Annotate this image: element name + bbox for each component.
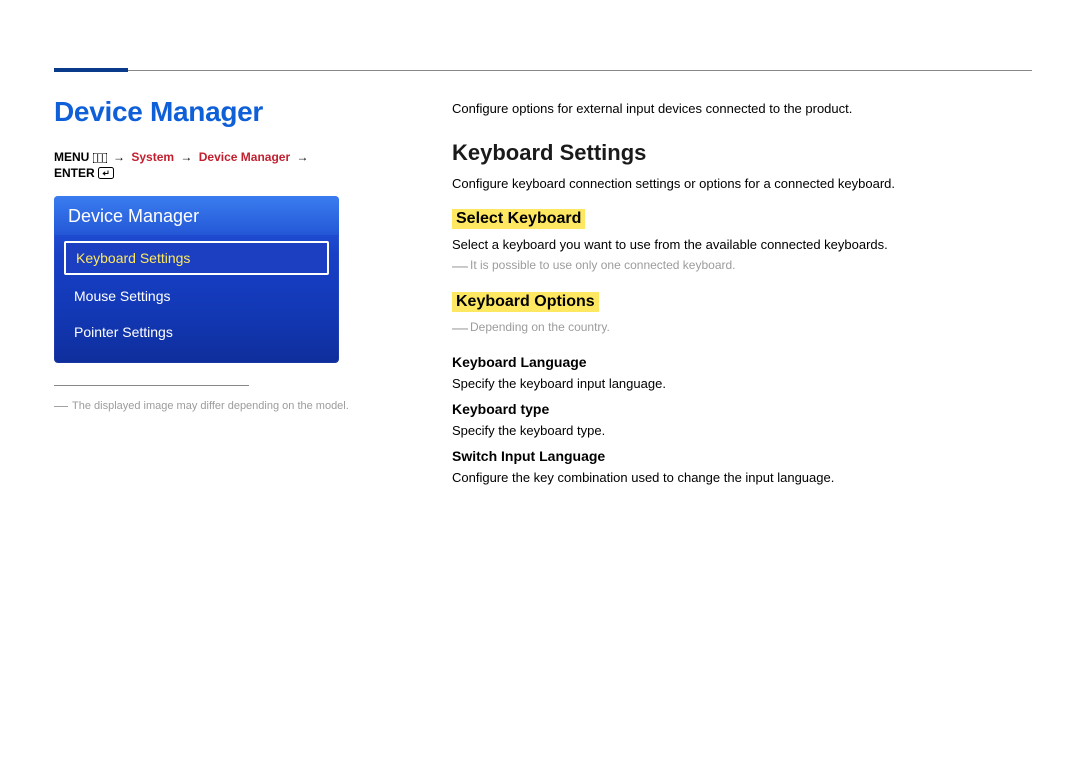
intro-text: Configure options for external input dev… xyxy=(452,101,1022,116)
menu-icon xyxy=(93,152,107,166)
sub-heading-keyboard-language: Keyboard Language xyxy=(452,354,1022,370)
right-column: Configure options for external input dev… xyxy=(452,101,1022,499)
nav-arrow: → xyxy=(110,150,128,164)
header-rule-accent xyxy=(54,68,128,72)
sub-heading-switch-input-language: Switch Input Language xyxy=(452,448,1022,464)
sub-desc: Select a keyboard you want to use from t… xyxy=(452,237,1022,252)
header-rule xyxy=(54,70,1032,71)
sub-heading-keyboard-options: Keyboard Options xyxy=(452,292,599,312)
note: ―Depending on the country. xyxy=(452,320,1022,338)
group-keyboard-options: Keyboard Options ―Depending on the count… xyxy=(452,292,1022,485)
osd-panel: Device Manager Keyboard Settings Mouse S… xyxy=(54,196,339,363)
osd-item-pointer-settings[interactable]: Pointer Settings xyxy=(64,317,329,347)
nav-seg-system: System xyxy=(131,150,174,164)
nav-menu-label: MENU xyxy=(54,150,89,164)
sub-desc: Configure the key combination used to ch… xyxy=(452,470,1022,485)
section-heading-keyboard-settings: Keyboard Settings xyxy=(452,140,1022,166)
note-text: Depending on the country. xyxy=(470,320,610,334)
left-column: Device Manager MENU → System → Device Ma… xyxy=(54,96,354,416)
breadcrumb: MENU → System → Device Manager → ENTER xyxy=(54,150,354,182)
sub-heading-select-keyboard: Select Keyboard xyxy=(452,209,585,229)
sub-desc: Specify the keyboard type. xyxy=(452,423,1022,438)
footnote-divider xyxy=(54,385,249,386)
note-dash-icon: ― xyxy=(452,320,468,337)
group-select-keyboard: Select Keyboard Select a keyboard you wa… xyxy=(452,209,1022,276)
note-text: It is possible to use only one connected… xyxy=(470,258,736,272)
footnote-text: The displayed image may differ depending… xyxy=(72,400,349,412)
osd-item-mouse-settings[interactable]: Mouse Settings xyxy=(64,281,329,311)
sub-desc: Specify the keyboard input language. xyxy=(452,376,1022,391)
footnote-dash-icon: ― xyxy=(54,397,68,413)
sub-heading-keyboard-type: Keyboard type xyxy=(452,401,1022,417)
note-dash-icon: ― xyxy=(452,258,468,275)
osd-item-keyboard-settings[interactable]: Keyboard Settings xyxy=(64,241,329,275)
osd-header: Device Manager xyxy=(54,196,339,235)
nav-arrow: → xyxy=(294,150,312,164)
enter-icon xyxy=(98,167,114,182)
section-desc: Configure keyboard connection settings o… xyxy=(452,176,1022,191)
nav-enter-label: ENTER xyxy=(54,166,95,180)
note: ―It is possible to use only one connecte… xyxy=(452,258,1022,276)
left-footnote: ― The displayed image may differ dependin… xyxy=(54,396,354,416)
page-title: Device Manager xyxy=(54,96,354,128)
nav-seg-device-manager: Device Manager xyxy=(199,150,290,164)
nav-arrow: → xyxy=(177,150,195,164)
